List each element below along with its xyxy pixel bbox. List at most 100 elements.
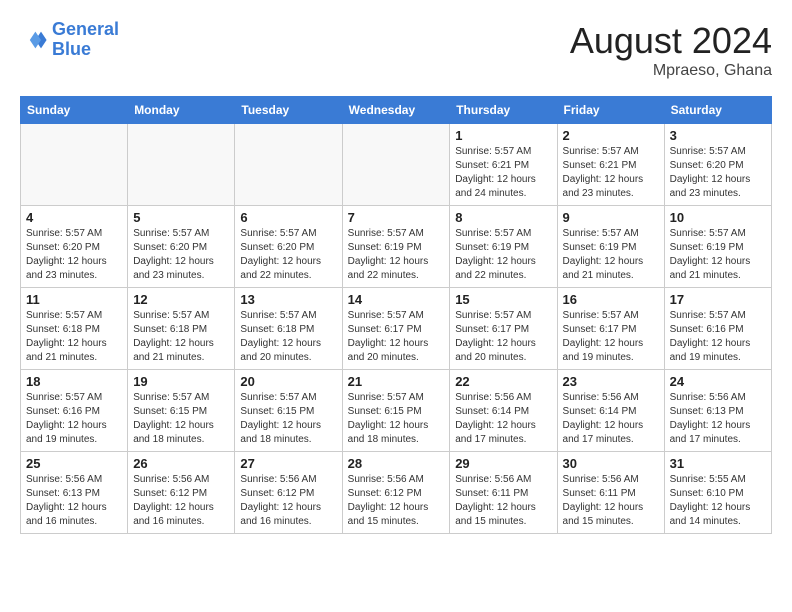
calendar-cell: 15 Sunrise: 5:57 AMSunset: 6:17 PMDayligh… [450, 288, 557, 370]
location-subtitle: Mpraeso, Ghana [570, 62, 772, 80]
calendar-cell: 2 Sunrise: 5:57 AMSunset: 6:21 PMDaylight… [557, 124, 664, 206]
day-number: 7 [348, 210, 445, 225]
calendar-cell: 20Sunrise: 5:57 AMSunset: 6:15 PMDayligh… [235, 370, 342, 452]
weekday-header-wednesday: Wednesday [342, 97, 450, 124]
day-info: Sunrise: 5:57 AMSunset: 6:15 PMDaylight:… [133, 391, 229, 447]
day-info: Sunrise: 5:57 AMSunset: 6:18 PMDaylight:… [240, 309, 336, 365]
day-info: Sunrise: 5:57 AMSunset: 6:17 PMDaylight:… [563, 309, 659, 365]
day-number: 2 [563, 128, 659, 143]
calendar-cell: 6Sunrise: 5:57 AMSunset: 6:20 PMDaylight… [235, 206, 342, 288]
calendar-cell: 16 Sunrise: 5:57 AMSunset: 6:17 PMDayligh… [557, 288, 664, 370]
day-number: 31 [670, 456, 766, 471]
day-number: 25 [26, 456, 122, 471]
calendar-cell [21, 124, 128, 206]
calendar-cell: 10 Sunrise: 5:57 AMSunset: 6:19 PMDayligh… [664, 206, 771, 288]
day-info: Sunrise: 5:56 AMSunset: 6:12 PMDaylight:… [240, 473, 336, 529]
weekday-header-monday: Monday [128, 97, 235, 124]
day-info: Sunrise: 5:57 AMSunset: 6:20 PMDaylight:… [26, 227, 122, 283]
day-number: 26 [133, 456, 229, 471]
day-number: 17 [670, 292, 766, 307]
day-info: Sunrise: 5:57 AMSunset: 6:20 PMDaylight:… [133, 227, 229, 283]
day-number: 29 [455, 456, 551, 471]
day-info: Sunrise: 5:57 AMSunset: 6:21 PMDaylight:… [563, 145, 659, 201]
month-year-title: August 2024 [570, 20, 772, 62]
calendar-week-row: 25 Sunrise: 5:56 AMSunset: 6:13 PMDayligh… [21, 452, 772, 534]
day-info: Sunrise: 5:57 AMSunset: 6:18 PMDaylight:… [26, 309, 122, 365]
calendar-cell: 26 Sunrise: 5:56 AMSunset: 6:12 PMDayligh… [128, 452, 235, 534]
calendar-cell: 3Sunrise: 5:57 AMSunset: 6:20 PMDaylight… [664, 124, 771, 206]
calendar-week-row: 11Sunrise: 5:57 AMSunset: 6:18 PMDayligh… [21, 288, 772, 370]
day-number: 5 [133, 210, 229, 225]
day-info: Sunrise: 5:57 AMSunset: 6:17 PMDaylight:… [455, 309, 551, 365]
calendar-cell: 31 Sunrise: 5:55 AMSunset: 6:10 PMDayligh… [664, 452, 771, 534]
day-info: Sunrise: 5:57 AMSunset: 6:19 PMDaylight:… [563, 227, 659, 283]
calendar-week-row: 4Sunrise: 5:57 AMSunset: 6:20 PMDaylight… [21, 206, 772, 288]
calendar-cell: 30Sunrise: 5:56 AMSunset: 6:11 PMDayligh… [557, 452, 664, 534]
calendar-cell: 5 Sunrise: 5:57 AMSunset: 6:20 PMDaylight… [128, 206, 235, 288]
calendar-cell: 11Sunrise: 5:57 AMSunset: 6:18 PMDayligh… [21, 288, 128, 370]
calendar-cell: 29 Sunrise: 5:56 AMSunset: 6:11 PMDayligh… [450, 452, 557, 534]
day-info: Sunrise: 5:56 AMSunset: 6:14 PMDaylight:… [455, 391, 551, 447]
calendar-cell: 25 Sunrise: 5:56 AMSunset: 6:13 PMDayligh… [21, 452, 128, 534]
day-info: Sunrise: 5:57 AMSunset: 6:19 PMDaylight:… [455, 227, 551, 283]
calendar-cell [128, 124, 235, 206]
day-info: Sunrise: 5:56 AMSunset: 6:11 PMDaylight:… [455, 473, 551, 529]
day-info: Sunrise: 5:57 AMSunset: 6:18 PMDaylight:… [133, 309, 229, 365]
day-number: 22 [455, 374, 551, 389]
calendar-cell [235, 124, 342, 206]
day-number: 9 [563, 210, 659, 225]
day-info: Sunrise: 5:57 AMSunset: 6:15 PMDaylight:… [348, 391, 445, 447]
day-info: Sunrise: 5:57 AMSunset: 6:15 PMDaylight:… [240, 391, 336, 447]
calendar-cell: 7 Sunrise: 5:57 AMSunset: 6:19 PMDaylight… [342, 206, 450, 288]
day-number: 1 [455, 128, 551, 143]
day-number: 10 [670, 210, 766, 225]
calendar-table: SundayMondayTuesdayWednesdayThursdayFrid… [20, 96, 772, 534]
day-number: 12 [133, 292, 229, 307]
day-info: Sunrise: 5:57 AMSunset: 6:21 PMDaylight:… [455, 145, 551, 201]
day-info: Sunrise: 5:57 AMSunset: 6:20 PMDaylight:… [670, 145, 766, 201]
day-info: Sunrise: 5:56 AMSunset: 6:12 PMDaylight:… [133, 473, 229, 529]
calendar-cell: 28 Sunrise: 5:56 AMSunset: 6:12 PMDayligh… [342, 452, 450, 534]
calendar-cell: 19Sunrise: 5:57 AMSunset: 6:15 PMDayligh… [128, 370, 235, 452]
weekday-header-saturday: Saturday [664, 97, 771, 124]
day-number: 6 [240, 210, 336, 225]
day-info: Sunrise: 5:57 AMSunset: 6:16 PMDaylight:… [26, 391, 122, 447]
day-number: 16 [563, 292, 659, 307]
calendar-cell: 27 Sunrise: 5:56 AMSunset: 6:12 PMDayligh… [235, 452, 342, 534]
calendar-cell: 23 Sunrise: 5:56 AMSunset: 6:14 PMDayligh… [557, 370, 664, 452]
day-info: Sunrise: 5:57 AMSunset: 6:19 PMDaylight:… [670, 227, 766, 283]
logo: General Blue [20, 20, 119, 60]
day-info: Sunrise: 5:57 AMSunset: 6:19 PMDaylight:… [348, 227, 445, 283]
calendar-week-row: 18 Sunrise: 5:57 AMSunset: 6:16 PMDayligh… [21, 370, 772, 452]
logo-text: General Blue [52, 20, 119, 60]
day-info: Sunrise: 5:57 AMSunset: 6:16 PMDaylight:… [670, 309, 766, 365]
day-number: 23 [563, 374, 659, 389]
page-header: General Blue August 2024 Mpraeso, Ghana [20, 20, 772, 80]
calendar-cell: 22 Sunrise: 5:56 AMSunset: 6:14 PMDayligh… [450, 370, 557, 452]
day-number: 21 [348, 374, 445, 389]
day-info: Sunrise: 5:56 AMSunset: 6:14 PMDaylight:… [563, 391, 659, 447]
calendar-cell [342, 124, 450, 206]
day-info: Sunrise: 5:55 AMSunset: 6:10 PMDaylight:… [670, 473, 766, 529]
day-number: 8 [455, 210, 551, 225]
day-number: 28 [348, 456, 445, 471]
calendar-cell: 9 Sunrise: 5:57 AMSunset: 6:19 PMDaylight… [557, 206, 664, 288]
day-number: 27 [240, 456, 336, 471]
weekday-header-thursday: Thursday [450, 97, 557, 124]
day-info: Sunrise: 5:57 AMSunset: 6:17 PMDaylight:… [348, 309, 445, 365]
logo-icon [20, 26, 48, 54]
day-number: 24 [670, 374, 766, 389]
logo-line1: General [52, 19, 119, 39]
day-number: 15 [455, 292, 551, 307]
day-info: Sunrise: 5:56 AMSunset: 6:13 PMDaylight:… [26, 473, 122, 529]
weekday-header-sunday: Sunday [21, 97, 128, 124]
calendar-cell: 13Sunrise: 5:57 AMSunset: 6:18 PMDayligh… [235, 288, 342, 370]
calendar-cell: 12 Sunrise: 5:57 AMSunset: 6:18 PMDayligh… [128, 288, 235, 370]
weekday-header-tuesday: Tuesday [235, 97, 342, 124]
calendar-cell: 21 Sunrise: 5:57 AMSunset: 6:15 PMDayligh… [342, 370, 450, 452]
calendar-cell: 17 Sunrise: 5:57 AMSunset: 6:16 PMDayligh… [664, 288, 771, 370]
day-info: Sunrise: 5:56 AMSunset: 6:12 PMDaylight:… [348, 473, 445, 529]
day-number: 18 [26, 374, 122, 389]
calendar-cell: 14Sunrise: 5:57 AMSunset: 6:17 PMDayligh… [342, 288, 450, 370]
day-info: Sunrise: 5:56 AMSunset: 6:11 PMDaylight:… [563, 473, 659, 529]
